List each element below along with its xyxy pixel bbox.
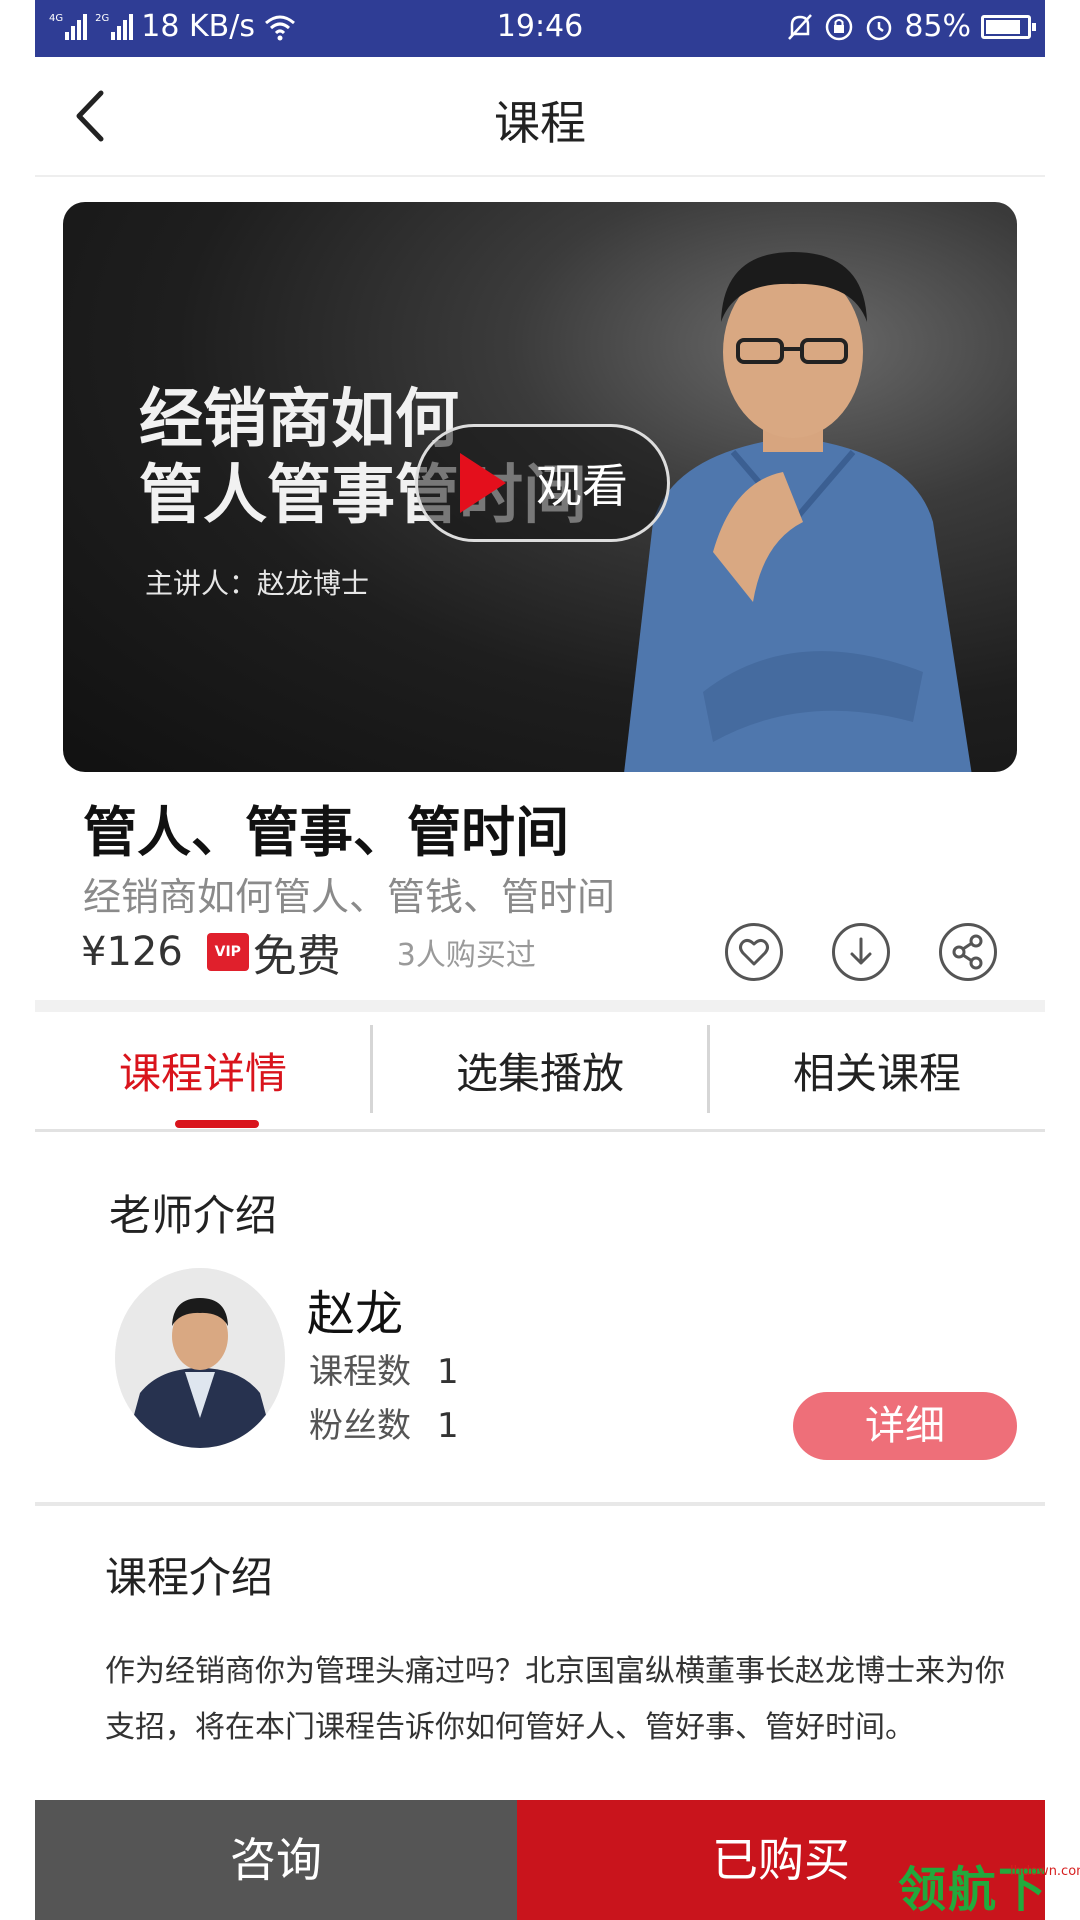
course-count-label: 课程数 [309,1352,411,1392]
tab-episodes[interactable]: 选集播放 [372,1012,708,1132]
download-button[interactable] [832,923,890,981]
watch-label: 观看 [536,459,628,513]
vip-price: 免费 [252,931,341,982]
battery-icon [981,14,1036,39]
fan-count-label: 粉丝数 [309,1406,411,1446]
teacher-detail-button[interactable]: 详细 [793,1392,1017,1460]
tab-course-details[interactable]: 课程详情 [35,1012,371,1132]
teacher-name: 赵龙 [307,1286,404,1342]
download-icon [850,937,872,965]
consult-button[interactable]: 咨询 [35,1800,517,1920]
watermark: 领航下载 [898,1862,1049,1918]
mute-icon [788,13,813,40]
banner-speaker: 主讲人：赵龙博士 [145,567,370,600]
tab-related-courses[interactable]: 相关课程 [709,1012,1045,1132]
intro-section-heading: 课程介绍 [105,1553,274,1602]
tab-divider [707,1025,710,1113]
battery-percent: 85% [904,9,971,44]
watch-button[interactable]: 观看 [415,424,670,542]
course-title: 管人、管事、管时间 [83,801,569,864]
teacher-fan-count: 粉丝数 1 [309,1398,459,1447]
course-tabs: 课程详情 选集播放 相关课程 [35,1012,1045,1132]
course-price: ¥126 [81,929,183,975]
course-video-banner[interactable]: 经销商如何 管人管事管时间 主讲人：赵龙博士 观看 [63,202,1017,772]
heart-icon [739,938,769,966]
section-separator [35,1000,1045,1012]
watermark-site: lhdown.com [1010,1864,1080,1879]
fan-count-value: 1 [437,1406,459,1446]
status-right: 85% [786,9,1036,44]
app-screen: 4G 2G 18 KB/s 19:46 85% 课程 经销商如何 管人管事管时间… [35,0,1045,1920]
course-subtitle: 经销商如何管人、管钱、管时间 [83,875,616,919]
vip-badge: VIP [206,933,249,971]
share-icon [952,934,983,970]
active-tab-indicator [175,1120,259,1128]
app-header: 课程 [35,57,1045,177]
teacher-photo [115,1268,285,1448]
course-count-value: 1 [437,1352,459,1392]
teacher-section-heading: 老师介绍 [109,1191,278,1240]
price-row: ¥126 VIP 免费 3人购买过 [81,924,536,982]
teacher-course-count: 课程数 1 [309,1344,459,1393]
status-bar: 4G 2G 18 KB/s 19:46 85% [35,0,1045,57]
teacher-avatar[interactable] [115,1268,285,1448]
tab-divider [370,1025,373,1113]
buyer-count: 3人购买过 [396,938,536,973]
page-title: 课程 [494,96,586,150]
share-button[interactable] [939,923,997,981]
rotation-lock-icon [826,13,853,40]
favorite-button[interactable] [725,923,783,981]
play-icon [460,453,506,513]
alarm-icon [867,15,892,40]
course-intro-text: 作为经销商你为管理头痛过吗？北京国富纵横董事长赵龙博士来为你支招，将在本门课程告… [105,1654,1005,1745]
bottom-action-bar: 咨询 已购买 [35,1800,1045,1920]
section-divider [35,1502,1045,1506]
